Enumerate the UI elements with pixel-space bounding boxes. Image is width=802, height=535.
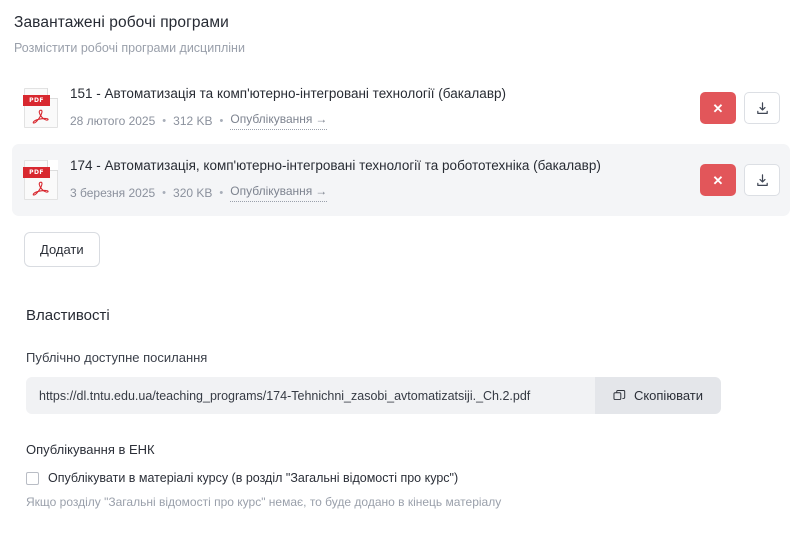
- publish-link-label: Опублікування: [230, 184, 313, 199]
- copy-icon: [613, 389, 626, 401]
- delete-file-button[interactable]: ✕: [700, 92, 736, 124]
- download-file-button[interactable]: [744, 92, 780, 124]
- publish-checkbox[interactable]: [26, 471, 39, 485]
- file-size: 312 KB: [173, 114, 213, 129]
- uploaded-programs-panel: Завантажені робочі програми Розмістити р…: [0, 0, 802, 535]
- publish-link-label: Опублікування: [230, 112, 313, 127]
- file-meta: 3 березня 2025 • 320 KB • Опублікування →: [70, 184, 688, 203]
- pdf-file-icon: PDF: [23, 88, 58, 128]
- page-header: Завантажені робочі програми Розмістити р…: [12, 14, 790, 55]
- publish-enk-heading: Опублікування в ЕНК: [26, 442, 155, 457]
- publish-checkbox-row[interactable]: Опублікувати в матеріалі курсу (в розділ…: [26, 471, 790, 485]
- pdf-file-icon: PDF: [23, 160, 58, 200]
- acrobat-swirl-icon: [32, 109, 49, 124]
- file-date: 3 березня 2025: [70, 186, 156, 201]
- file-info: 151 - Автоматизація та комп'ютерно-інтег…: [70, 85, 700, 131]
- file-date: 28 лютого 2025: [70, 114, 156, 129]
- arrow-right-icon: →: [315, 184, 328, 199]
- copy-link-button[interactable]: Скопіювати: [594, 377, 721, 414]
- page-subtitle: Розмістити робочі програми дисципліни: [14, 41, 245, 55]
- public-link-field: Скопіювати: [26, 377, 721, 414]
- row-actions: ✕: [700, 164, 780, 196]
- download-icon: [756, 101, 768, 114]
- meta-separator: •: [162, 186, 167, 199]
- publish-hint-text: Якщо розділу "Загальні відомості про кур…: [26, 495, 502, 509]
- file-size: 320 KB: [173, 186, 213, 201]
- meta-separator: •: [219, 114, 224, 127]
- arrow-right-icon: →: [315, 112, 328, 127]
- meta-separator: •: [162, 114, 167, 127]
- publish-checkbox-label[interactable]: Опублікувати в матеріалі курсу (в розділ…: [48, 471, 458, 485]
- file-row[interactable]: PDF 174 - Автоматизація, комп'ютерно-інт…: [12, 144, 790, 216]
- acrobat-swirl-icon: [32, 181, 49, 196]
- file-info: 174 - Автоматизація, комп'ютерно-інтегро…: [70, 157, 700, 203]
- properties-section: Властивості Публічно доступне посилання …: [12, 307, 790, 414]
- file-row[interactable]: PDF 151 - Автоматизація та комп'ютерно-і…: [12, 72, 790, 144]
- file-meta: 28 лютого 2025 • 312 KB • Опублікування →: [70, 112, 688, 131]
- public-link-label: Публічно доступне посилання: [26, 350, 208, 365]
- file-title: 151 - Автоматизація та комп'ютерно-інтег…: [70, 85, 506, 101]
- delete-file-button[interactable]: ✕: [700, 164, 736, 196]
- file-list: PDF 151 - Автоматизація та комп'ютерно-і…: [12, 72, 790, 216]
- publish-link[interactable]: Опублікування →: [230, 112, 328, 131]
- public-link-input[interactable]: [26, 377, 595, 414]
- meta-separator: •: [219, 186, 224, 199]
- copy-link-label: Скопіювати: [633, 388, 703, 403]
- download-file-button[interactable]: [744, 164, 780, 196]
- page-title: Завантажені робочі програми: [14, 14, 229, 31]
- publish-link[interactable]: Опублікування →: [230, 184, 328, 203]
- file-title: 174 - Автоматизація, комп'ютерно-інтегро…: [70, 157, 601, 173]
- pdf-icon-label: PDF: [29, 168, 44, 176]
- row-actions: ✕: [700, 92, 780, 124]
- pdf-icon-label: PDF: [29, 96, 44, 104]
- download-icon: [756, 173, 768, 186]
- publish-enk-section: Опублікування в ЕНК Опублікувати в матер…: [12, 442, 790, 509]
- add-file-button[interactable]: Додати: [24, 232, 100, 267]
- properties-title: Властивості: [26, 307, 110, 324]
